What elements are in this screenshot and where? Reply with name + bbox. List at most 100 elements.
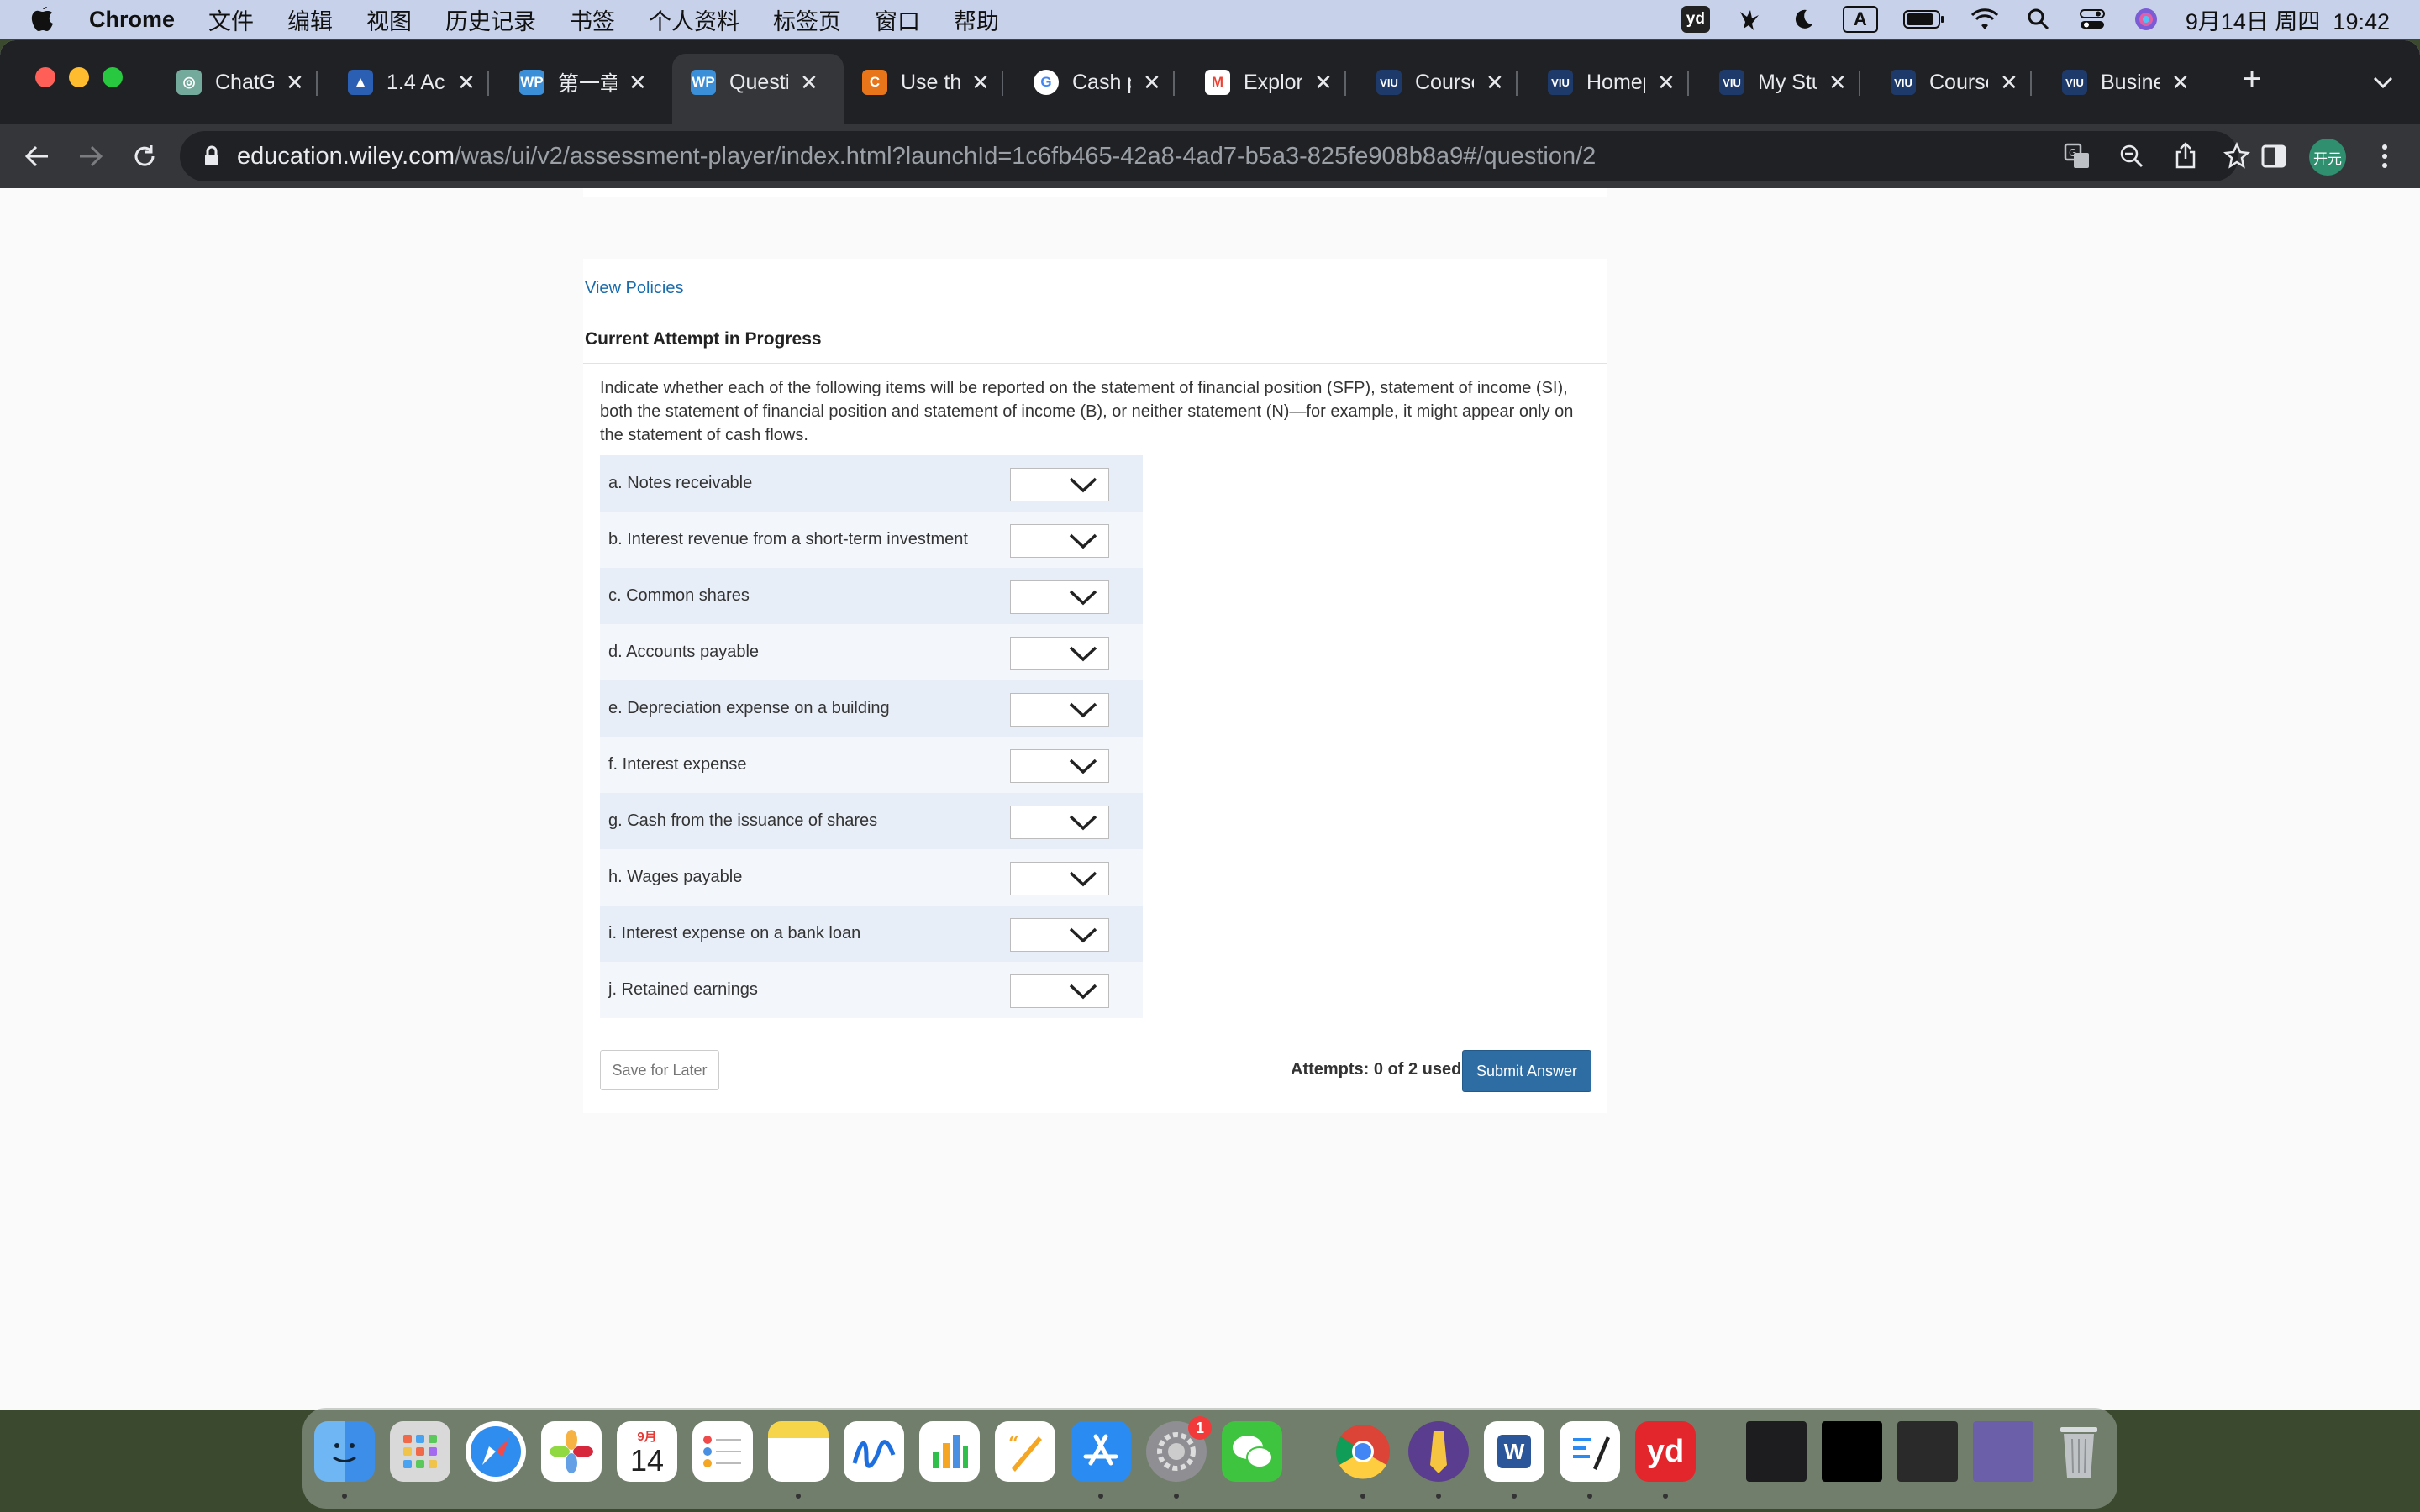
zoom-icon[interactable] [2119,144,2144,169]
close-window-button[interactable] [35,67,55,87]
reminders-icon[interactable] [692,1421,753,1482]
close-icon[interactable]: ✕ [2171,70,2190,96]
answer-dropdown-j[interactable] [1010,974,1109,1008]
tab-business[interactable]: VIU Busine ✕ [2062,62,2190,102]
close-icon[interactable]: ✕ [1314,70,1333,96]
bookmark-star-icon[interactable] [2223,142,2250,169]
submit-answer-button[interactable]: Submit Answer [1462,1050,1591,1092]
menu-edit[interactable]: 编辑 [287,3,333,36]
close-icon[interactable]: ✕ [286,70,304,96]
photos-icon[interactable] [541,1421,602,1482]
close-icon[interactable]: ✕ [1486,70,1504,96]
menu-view[interactable]: 视图 [366,3,412,36]
tab-search-chevron-icon[interactable] [2365,66,2402,99]
menu-app-name[interactable]: Chrome [89,7,175,33]
window-thumb-icon[interactable] [1822,1421,1882,1482]
close-icon[interactable]: ✕ [629,70,647,96]
share-icon[interactable] [2175,142,2196,169]
siri-icon[interactable] [2132,7,2160,32]
close-icon[interactable]: ✕ [457,70,476,96]
item-label: i. Interest expense on a bank loan [608,924,861,942]
apple-icon[interactable] [30,5,64,34]
tab-question-active[interactable]: WP Question ✕ [691,62,818,102]
save-for-later-button[interactable]: Save for Later [600,1050,719,1090]
menu-history[interactable]: 历史记录 [445,3,536,36]
translate-icon[interactable]: G [2064,143,2091,170]
close-icon[interactable]: ✕ [800,70,818,96]
system-settings-icon[interactable]: 1 [1146,1416,1212,1482]
back-arrow-icon[interactable] [18,139,55,173]
forward-arrow-icon[interactable] [72,139,109,173]
spotlight-search-icon[interactable] [2024,7,2053,32]
answer-dropdown-a[interactable] [1010,468,1109,501]
menu-tabs[interactable]: 标签页 [773,3,841,36]
writing-app-icon[interactable] [1560,1421,1620,1482]
window-thumb-icon[interactable] [1973,1421,2033,1482]
finder-icon[interactable] [314,1421,375,1482]
word-icon[interactable]: W [1484,1421,1544,1482]
answer-dropdown-c[interactable] [1010,580,1109,614]
answer-dropdown-b[interactable] [1010,524,1109,558]
pencil-app-icon[interactable] [1408,1421,1469,1482]
zoom-window-button[interactable] [103,67,123,87]
tab-cash[interactable]: G Cash p ✕ [1034,62,1175,102]
address-bar[interactable]: education.wiley.com/was/ui/v2/assessment… [180,131,2250,181]
answer-dropdown-h[interactable] [1010,862,1109,895]
control-center-icon[interactable] [2078,7,2107,32]
input-method-icon[interactable]: A [1842,6,1878,33]
minimize-window-button[interactable] [69,67,89,87]
tab-activity[interactable]: ▲ 1.4 Activity ✕ [348,62,489,102]
wifi-icon[interactable] [1970,7,1999,32]
menu-help[interactable]: 帮助 [954,3,999,36]
calendar-icon[interactable]: 9月 14 [617,1421,677,1482]
tab-course-1[interactable]: VIU Course ✕ [1376,62,1518,102]
menu-file[interactable]: 文件 [208,3,254,36]
tab-chatgpt[interactable]: ◎ ChatGPT ✕ [176,62,318,102]
battery-icon[interactable] [1902,7,1945,32]
reload-icon[interactable] [126,139,163,173]
menu-clock[interactable]: 9月14日 周四 19:42 [2186,3,2390,36]
tab-explore[interactable]: M Explore ✕ [1205,62,1346,102]
window-thumb-icon[interactable] [1746,1421,1807,1482]
answer-dropdown-d[interactable] [1010,637,1109,670]
answer-dropdown-g[interactable] [1010,806,1109,839]
side-panel-icon[interactable] [2255,139,2292,173]
menu-profiles[interactable]: 个人资料 [649,3,739,36]
bird-status-icon[interactable] [1735,7,1764,32]
answer-dropdown-f[interactable] [1010,749,1109,783]
close-icon[interactable]: ✕ [2000,70,2018,96]
close-icon[interactable]: ✕ [1828,70,1847,96]
answer-dropdown-e[interactable] [1010,693,1109,727]
view-policies-link[interactable]: View Policies [585,279,683,298]
tab-course-2[interactable]: VIU Course ✕ [1891,62,2032,102]
moon-icon[interactable] [1789,7,1818,32]
new-tab-plus-icon[interactable]: + [2233,60,2270,97]
close-icon[interactable]: ✕ [1657,70,1676,96]
freeform-icon[interactable] [844,1421,904,1482]
notes-icon[interactable] [768,1421,829,1482]
profile-avatar[interactable]: 开元 [2309,139,2346,176]
chrome-icon[interactable] [1333,1421,1393,1482]
trash-icon[interactable] [2049,1421,2109,1482]
numbers-icon[interactable] [919,1421,980,1482]
tab-use-the[interactable]: C Use the ✕ [862,62,1003,102]
window-thumb-icon[interactable] [1897,1421,1958,1482]
menu-window[interactable]: 窗口 [875,3,920,36]
tab-homepage[interactable]: VIU Homep ✕ [1548,62,1689,102]
close-icon[interactable]: ✕ [971,70,990,96]
youdao-status-icon[interactable]: yd [1681,6,1710,33]
app-store-icon[interactable] [1071,1421,1131,1482]
pages-icon[interactable]: “ [995,1421,1055,1482]
tab-chapter-one[interactable]: WP 第一章 ✕ [519,62,647,102]
answer-dropdown-i[interactable] [1010,918,1109,952]
close-icon[interactable]: ✕ [1143,70,1161,96]
tab-my-studies[interactable]: VIU My Stu ✕ [1719,62,1860,102]
safari-icon[interactable] [466,1421,526,1482]
launchpad-icon[interactable] [390,1421,450,1482]
youdao-icon[interactable]: yd [1635,1421,1696,1482]
wechat-icon[interactable] [1222,1421,1282,1482]
item-label: j. Retained earnings [608,980,758,999]
more-menu-icon[interactable] [2366,139,2403,173]
lock-icon[interactable] [203,145,220,167]
menu-bookmarks[interactable]: 书签 [570,3,615,36]
